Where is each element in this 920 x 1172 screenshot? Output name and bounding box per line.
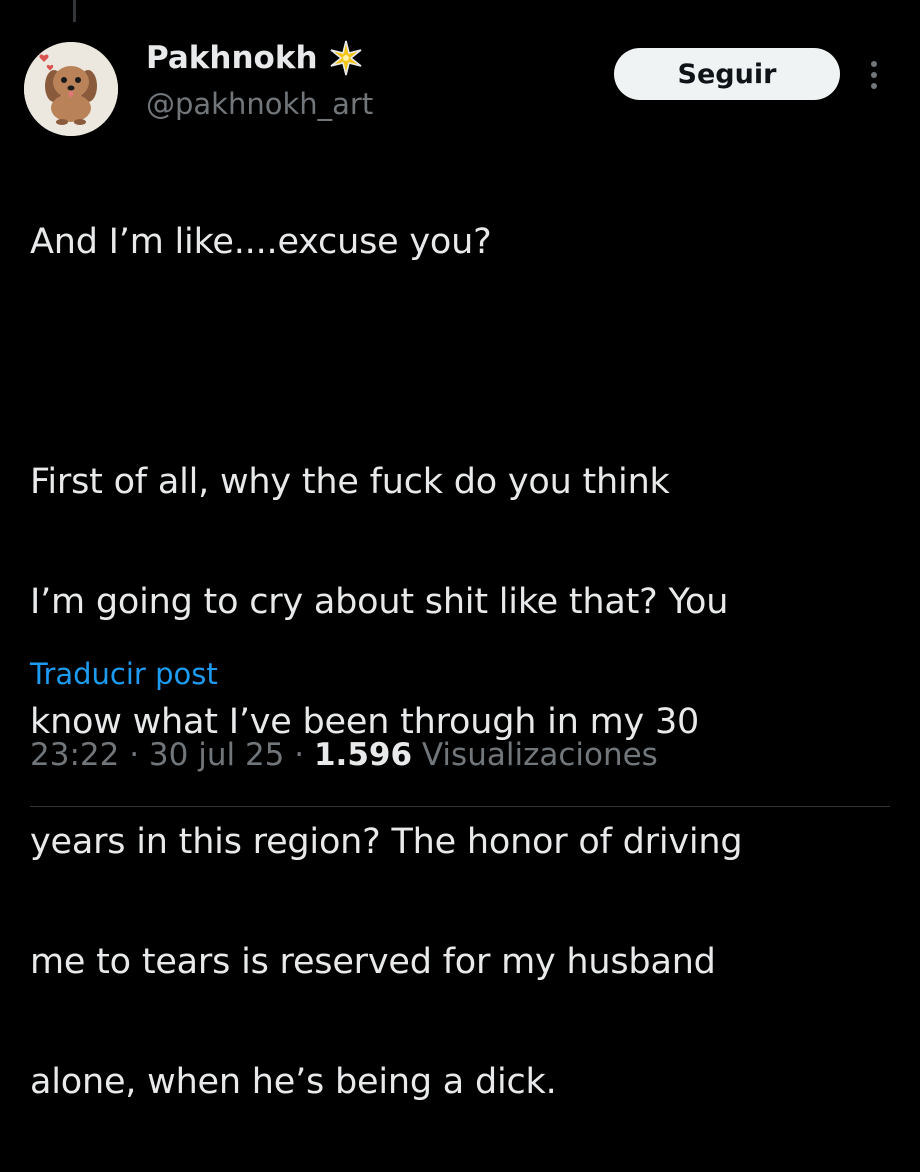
more-vertical-icon[interactable] (867, 58, 881, 92)
dog-avatar-icon (24, 42, 118, 136)
post-text-line: me to tears is reserved for my husband (30, 942, 716, 982)
author-avatar[interactable] (24, 42, 118, 136)
post-header: Pakhnokh @pakhnokh_art Seguir (24, 38, 896, 138)
author-names: Pakhnokh @pakhnokh_art (146, 38, 373, 124)
sparkle-icon (326, 38, 366, 78)
post-time[interactable]: 23:22 (30, 737, 119, 773)
follow-button[interactable]: Seguir (614, 48, 840, 100)
translate-post-link[interactable]: Traducir post (30, 652, 218, 696)
views-label: Visualizaciones (421, 737, 658, 773)
post-text-line: I’m going to cry about shit like that? Y… (30, 582, 729, 622)
author-handle[interactable]: @pakhnokh_art (146, 84, 373, 124)
post-text-line: First of all, why the fuck do you think (30, 462, 670, 502)
display-name-text: Pakhnokh (146, 40, 318, 76)
author-display-name[interactable]: Pakhnokh (146, 38, 366, 78)
divider (30, 806, 890, 807)
post-text-line: alone, when he’s being a dick. (30, 1062, 557, 1102)
post-date[interactable]: 30 jul 25 (149, 737, 284, 773)
meta-separator: · (294, 737, 305, 773)
post-text-line: years in this region? The honor of drivi… (30, 822, 743, 862)
post-text-line: And I’m like....excuse you? (30, 222, 492, 262)
views-count: 1.596 (313, 737, 413, 773)
meta-separator: · (129, 737, 140, 773)
thread-connector-line (73, 0, 76, 22)
post-meta: 23:22 · 30 jul 25 · 1.596 Visualizacione… (30, 733, 658, 777)
